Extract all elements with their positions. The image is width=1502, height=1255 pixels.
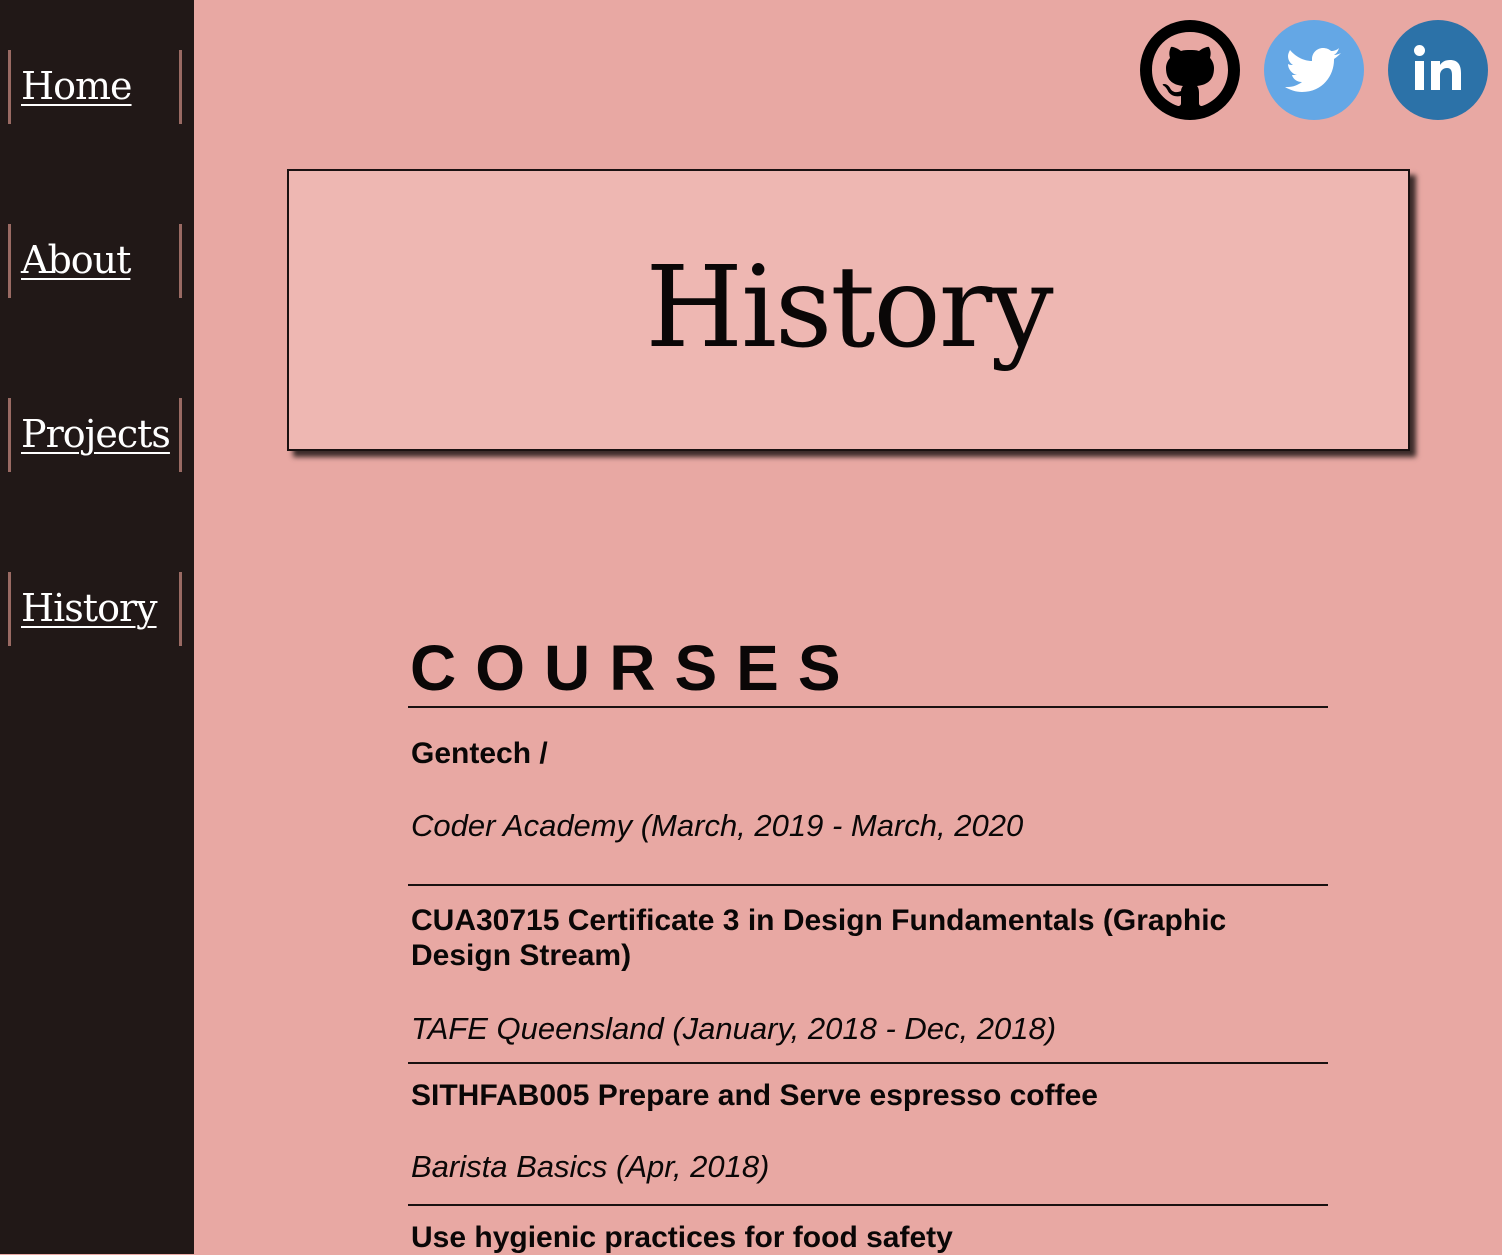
nav-link-about[interactable]: About <box>8 224 182 298</box>
page-title: History <box>645 243 1053 373</box>
nav-link-history[interactable]: History <box>8 572 182 646</box>
nav-link-home[interactable]: Home <box>8 50 182 124</box>
nav-link-label: History <box>21 586 158 630</box>
github-icon <box>1140 20 1240 120</box>
courses-heading: COURSES <box>408 630 1328 708</box>
course-entry: Gentech / Coder Academy (March, 2019 - M… <box>408 708 1328 886</box>
course-provider: TAFE Queensland (January, 2018 - Dec, 20… <box>411 1011 1057 1046</box>
twitter-icon <box>1264 20 1364 120</box>
nav-link-label: About <box>21 238 131 282</box>
page-header-box: History <box>287 169 1410 451</box>
nav-link-projects[interactable]: Projects <box>8 398 182 472</box>
course-title: Gentech / <box>411 737 548 770</box>
github-link[interactable] <box>1140 20 1240 120</box>
linkedin-icon <box>1388 20 1488 120</box>
course-provider: Barista Basics (Apr, 2018) <box>411 1149 770 1184</box>
course-entry: SITHFAB005 Prepare and Serve espresso co… <box>408 1064 1328 1206</box>
course-entry: Use hygienic practices for food safety <box>408 1206 1328 1255</box>
sidebar-nav: Home About Projects History <box>0 0 194 1254</box>
linkedin-link[interactable] <box>1388 20 1488 120</box>
course-title: SITHFAB005 Prepare and Serve espresso co… <box>411 1079 1098 1112</box>
course-title: CUA30715 Certificate 3 in Design Fundame… <box>411 904 1227 972</box>
course-entry: CUA30715 Certificate 3 in Design Fundame… <box>408 886 1328 1064</box>
courses-section: COURSES Gentech / Coder Academy (March, … <box>408 630 1328 1255</box>
course-title: Use hygienic practices for food safety <box>411 1221 953 1254</box>
twitter-link[interactable] <box>1264 20 1364 120</box>
nav-link-label: Projects <box>21 412 171 456</box>
course-provider: Coder Academy (March, 2019 - March, 2020 <box>411 808 1024 843</box>
nav-link-label: Home <box>21 64 133 108</box>
